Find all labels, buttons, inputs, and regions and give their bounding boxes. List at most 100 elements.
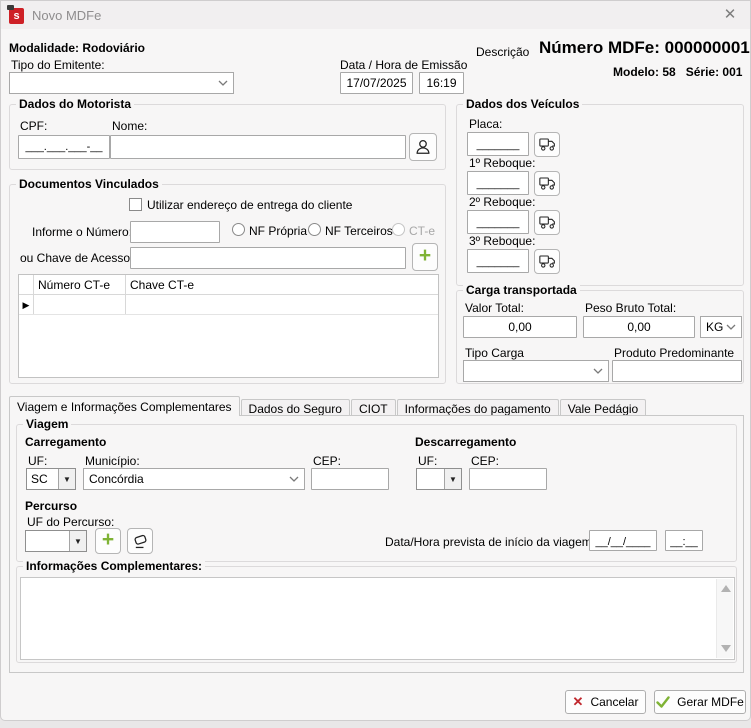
- informe-numero-field[interactable]: [130, 221, 220, 243]
- percurso-uf-select[interactable]: ▼: [25, 530, 87, 552]
- group-documentos-vinculados: Documentos Vinculados Utilizar endereço …: [9, 184, 446, 384]
- modalidade-label: Modalidade: Rodoviário: [9, 41, 145, 55]
- buscar-reboque1-button[interactable]: [534, 171, 560, 196]
- descarregamento-cep-field[interactable]: [469, 468, 547, 490]
- numero-mdfe: Número MDFe: 000000001: [539, 38, 750, 58]
- hora-emissao-field[interactable]: 16:19: [419, 72, 464, 94]
- group-dados-motorista: Dados do Motorista CPF: ___.___.___-__ N…: [9, 104, 446, 170]
- cte-label: CT-e: [409, 224, 435, 238]
- nome-field[interactable]: [110, 135, 406, 159]
- eraser-icon: [132, 533, 149, 550]
- municipio-label: Município:: [85, 454, 140, 468]
- dropdown-arrow-icon: ▼: [69, 531, 86, 551]
- nf-terceiros-radio[interactable]: [308, 223, 321, 236]
- chevron-down-icon: [218, 80, 228, 87]
- reboque3-field[interactable]: _______: [467, 249, 529, 273]
- tab-strip: Viagem e Informações Complementares Dado…: [9, 397, 647, 416]
- adicionar-uf-percurso-button[interactable]: +: [95, 528, 121, 554]
- truck-icon: [539, 138, 556, 151]
- percurso-title: Percurso: [25, 499, 77, 513]
- peso-bruto-label: Peso Bruto Total:: [585, 301, 676, 315]
- group-informacoes-complementares: Informações Complementares:: [16, 566, 737, 663]
- plus-icon: +: [419, 247, 431, 265]
- data-hora-emissao-label: Data / Hora de Emissão: [340, 58, 467, 72]
- tab-viagem-informacoes[interactable]: Viagem e Informações Complementares: [9, 396, 240, 416]
- limpar-percurso-button[interactable]: [127, 528, 153, 554]
- municipio-select[interactable]: Concórdia: [83, 468, 305, 490]
- serie-label: Série:: [686, 65, 719, 79]
- group-viagem: Viagem Carregamento UF: SC ▼ Município: …: [16, 424, 737, 562]
- grid-col-numero-cte: Número CT-e: [34, 275, 126, 294]
- data-emissao-field[interactable]: 17/07/2025: [340, 72, 413, 94]
- descarregamento-uf-value: [417, 469, 444, 489]
- cancel-button[interactable]: ✕ Cancelar: [565, 690, 646, 714]
- group-dados-veiculos: Dados dos Veículos Placa: _______ 1º Reb…: [456, 104, 744, 286]
- chevron-down-icon: [726, 324, 736, 331]
- cte-radio: [392, 223, 405, 236]
- chave-acesso-field[interactable]: [130, 247, 406, 269]
- gerar-mdfe-button[interactable]: Gerar MDFe: [654, 690, 746, 714]
- nome-label: Nome:: [112, 119, 147, 133]
- reboque2-field[interactable]: _______: [467, 210, 529, 234]
- numero-mdfe-label: Número MDFe:: [539, 38, 660, 57]
- placa-field[interactable]: _______: [467, 132, 529, 156]
- modelo-label: Modelo:: [613, 65, 659, 79]
- row-selector-icon: ▶: [19, 295, 34, 314]
- carregamento-cep-label: CEP:: [313, 454, 341, 468]
- buscar-motorista-button[interactable]: [409, 133, 437, 161]
- group-dados-motorista-title: Dados do Motorista: [16, 97, 134, 111]
- endereco-entrega-checkbox[interactable]: [129, 198, 142, 211]
- tipo-carga-label: Tipo Carga: [465, 346, 524, 360]
- grid-col-chave-cte: Chave CT-e: [126, 275, 438, 294]
- table-row[interactable]: ▶: [19, 295, 438, 315]
- tipo-carga-select[interactable]: [463, 360, 609, 382]
- tab-vale-pedagio[interactable]: Vale Pedágio: [560, 399, 647, 416]
- modelo-value: 58: [662, 65, 675, 79]
- group-viagem-title: Viagem: [23, 417, 71, 431]
- nf-propria-label: NF Própria: [249, 224, 307, 238]
- unidade-peso-select[interactable]: KG: [700, 316, 742, 338]
- tipo-emitente-select[interactable]: [9, 72, 234, 94]
- buscar-veiculo-placa-button[interactable]: [534, 132, 560, 157]
- chave-acesso-label: ou Chave de Acesso:: [20, 251, 133, 265]
- reboque1-field[interactable]: _______: [467, 171, 529, 195]
- window-title: Novo MDFe: [32, 8, 101, 23]
- scroll-down-icon[interactable]: [721, 645, 731, 652]
- cte-grid-header: Número CT-e Chave CT-e: [19, 275, 438, 295]
- cancel-x-icon: ✕: [573, 694, 584, 710]
- title-bar[interactable]: s Novo MDFe ✕: [1, 1, 750, 29]
- unidade-peso-value: KG: [706, 320, 723, 334]
- carregamento-uf-select[interactable]: SC ▼: [26, 468, 76, 490]
- dropdown-arrow-icon: ▼: [444, 469, 461, 489]
- carregamento-cep-field[interactable]: [311, 468, 389, 490]
- cte-grid[interactable]: Número CT-e Chave CT-e ▶: [18, 274, 439, 378]
- informacoes-complementares-textarea[interactable]: [20, 577, 735, 660]
- tab-dados-seguro[interactable]: Dados do Seguro: [241, 399, 350, 416]
- data-prevista-field[interactable]: __/__/____: [589, 530, 657, 551]
- adicionar-documento-button[interactable]: +: [412, 243, 438, 271]
- truck-icon: [539, 216, 556, 229]
- buscar-reboque3-button[interactable]: [534, 249, 560, 274]
- carregamento-title: Carregamento: [25, 435, 106, 449]
- valor-total-field[interactable]: 0,00: [463, 316, 577, 338]
- tab-panel-viagem: Viagem Carregamento UF: SC ▼ Município: …: [9, 415, 744, 673]
- produto-predominante-field[interactable]: [612, 360, 742, 382]
- gerar-button-label: Gerar MDFe: [677, 695, 744, 709]
- scroll-up-icon[interactable]: [721, 585, 731, 592]
- buscar-reboque2-button[interactable]: [534, 210, 560, 235]
- dialog-novo-mdfe: s Novo MDFe ✕ Modalidade: Rodoviário Tip…: [0, 0, 751, 721]
- tab-ciot[interactable]: CIOT: [351, 399, 396, 416]
- close-icon[interactable]: ✕: [721, 6, 739, 24]
- vertical-scrollbar[interactable]: [716, 579, 733, 658]
- descarregamento-uf-select[interactable]: ▼: [416, 468, 462, 490]
- group-carga-transportada: Carga transportada Valor Total: 0,00 Pes…: [456, 290, 744, 384]
- group-documentos-title: Documentos Vinculados: [16, 177, 162, 191]
- hora-prevista-field[interactable]: __:__: [665, 530, 703, 551]
- cancel-button-label: Cancelar: [590, 695, 638, 709]
- nf-propria-radio[interactable]: [232, 223, 245, 236]
- tab-informacoes-pagamento[interactable]: Informações do pagamento: [397, 399, 559, 416]
- municipio-value: Concórdia: [89, 472, 286, 486]
- group-carga-title: Carga transportada: [463, 283, 580, 297]
- peso-bruto-field[interactable]: 0,00: [583, 316, 695, 338]
- cpf-field[interactable]: ___.___.___-__: [18, 135, 110, 159]
